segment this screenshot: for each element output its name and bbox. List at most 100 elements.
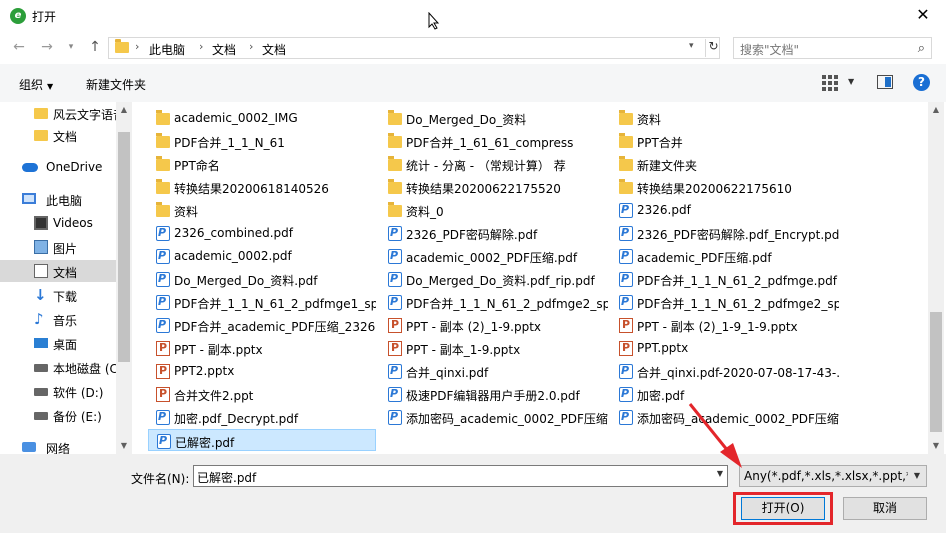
file-scroll-thumb[interactable] <box>930 312 942 432</box>
preview-pane-icon[interactable] <box>877 75 893 89</box>
file-item[interactable]: 2326_combined.pdf <box>148 222 376 244</box>
file-item[interactable]: Do_Merged_Do_资料.pdf <box>148 268 376 290</box>
file-type-filter[interactable]: Any(*.pdf,*.xls,*.xlsx,*.ppt,*.pptx,*.do… <box>739 465 927 487</box>
folder-item[interactable]: PDF合并_1_1_N_61 <box>148 130 376 152</box>
file-name: PPT - 副本_1-9.pptx <box>406 343 521 357</box>
chevron-down-icon[interactable]: ▼ <box>848 77 854 86</box>
file-item[interactable]: PDF合并_1_1_N_61_2_pdfmge2_sp... <box>611 291 839 313</box>
pdf-file-icon <box>156 318 170 333</box>
nav-item[interactable]: ♪ 音乐 <box>0 308 116 330</box>
chevron-down-icon[interactable]: ▼ <box>717 469 723 478</box>
file-list-scrollbar[interactable]: ▲ ▼ <box>928 102 944 454</box>
nav-scrollbar[interactable]: ▲ ▼ <box>116 102 132 454</box>
folder-item[interactable]: academic_0002_IMG <box>148 107 376 129</box>
folder-icon <box>34 108 48 119</box>
file-name: 2326_combined.pdf <box>174 226 293 240</box>
file-item[interactable]: PDF合并_1_1_N_61_2_pdfmge2_sp... <box>380 291 608 313</box>
folder-item[interactable]: 资料_0 <box>380 199 608 221</box>
folder-item[interactable]: 资料 <box>148 199 376 221</box>
nav-item[interactable]: 备份 (E:) <box>0 404 116 426</box>
file-item[interactable]: academic_0002_PDF压缩.pdf <box>380 245 608 267</box>
open-button[interactable]: 打开(O) <box>741 497 825 520</box>
file-item[interactable]: PPT - 副本 (2)_1-9.pptx <box>380 314 608 336</box>
scroll-up-icon[interactable]: ▲ <box>928 102 944 118</box>
nav-item[interactable]: OneDrive <box>0 156 116 178</box>
folder-item[interactable]: 转换结果20200622175610 <box>611 176 839 198</box>
chevron-down-icon[interactable]: ▼ <box>908 466 926 486</box>
file-item[interactable]: academic_PDF压缩.pdf <box>611 245 839 267</box>
file-item[interactable]: 极速PDF编辑器用户手册2.0.pdf <box>380 383 608 405</box>
scroll-down-icon[interactable]: ▼ <box>116 438 132 454</box>
breadcrumb-this-pc[interactable]: 此电脑 <box>149 41 185 58</box>
nav-item[interactable]: 文档 <box>0 124 116 146</box>
file-item[interactable]: 加密.pdf_Decrypt.pdf <box>148 406 376 428</box>
nav-item[interactable]: ↓ 下载 <box>0 284 116 306</box>
address-bar[interactable]: › 此电脑 › 文档 › 文档 ▾ ↻ <box>108 37 720 59</box>
file-item[interactable]: 合并文件2.ppt <box>148 383 376 405</box>
chevron-down-icon[interactable]: ▾ <box>689 41 694 51</box>
forward-button[interactable]: → <box>36 36 58 58</box>
search-input[interactable]: 搜索"文档" ⌕ <box>733 37 932 59</box>
file-item[interactable]: 添加密码_academic_0002_PDF压缩... <box>380 406 608 428</box>
nav-item[interactable]: 此电脑 <box>0 188 116 210</box>
new-folder-button[interactable]: 新建文件夹 <box>86 76 146 93</box>
nav-item[interactable]: 软件 (D:) <box>0 380 116 402</box>
file-item[interactable]: PPT.pptx <box>611 337 839 359</box>
file-item[interactable]: 2326_PDF密码解除.pdf_Encrypt.pdf <box>611 222 839 244</box>
folder-item[interactable]: PPT命名 <box>148 153 376 175</box>
file-type-value: Any(*.pdf,*.xls,*.xlsx,*.ppt,*.pptx,*.do… <box>744 469 926 483</box>
file-item[interactable]: 合并_qinxi.pdf <box>380 360 608 382</box>
file-item[interactable]: 已解密.pdf <box>148 429 376 451</box>
folder-item[interactable]: PDF合并_1_61_61_compress <box>380 130 608 152</box>
file-item[interactable]: Do_Merged_Do_资料.pdf_rip.pdf <box>380 268 608 290</box>
nav-item[interactable]: 网络 <box>0 436 116 454</box>
file-item[interactable]: PDF合并_1_1_N_61_2_pdfmge1_sp... <box>148 291 376 313</box>
breadcrumb-documents[interactable]: 文档 <box>212 41 236 58</box>
dialog-footer: 文件名(N): 已解密.pdf ▼ Any(*.pdf,*.xls,*.xlsx… <box>0 454 946 533</box>
nav-item-label: 图片 <box>53 242 78 256</box>
file-item[interactable]: 合并_qinxi.pdf-2020-07-08-17-43-... <box>611 360 839 382</box>
nav-item[interactable]: 桌面 <box>0 332 116 354</box>
nav-scroll-thumb[interactable] <box>118 132 130 362</box>
file-item[interactable]: 2326.pdf <box>611 199 839 221</box>
folder-item[interactable]: PPT合并 <box>611 130 839 152</box>
download-icon: ↓ <box>34 286 47 304</box>
file-item[interactable]: 加密.pdf <box>611 383 839 405</box>
close-button[interactable]: ✕ <box>900 0 946 30</box>
file-item[interactable]: PPT - 副本_1-9.pptx <box>380 337 608 359</box>
scroll-up-icon[interactable]: ▲ <box>116 102 132 118</box>
nav-item[interactable]: 图片 <box>0 236 116 258</box>
file-item[interactable]: 添加密码_academic_0002_PDF压缩... <box>611 406 839 428</box>
nav-item[interactable]: 文档 <box>0 260 116 282</box>
file-item[interactable]: 2326_PDF密码解除.pdf <box>380 222 608 244</box>
refresh-button[interactable]: ↻ <box>705 39 721 57</box>
folder-item[interactable]: 资料 <box>611 107 839 129</box>
scroll-down-icon[interactable]: ▼ <box>928 438 944 454</box>
help-icon[interactable]: ? <box>913 74 930 91</box>
cancel-button[interactable]: 取消 <box>843 497 927 520</box>
folder-item[interactable]: 转换结果20200622175520 <box>380 176 608 198</box>
pdf-file-icon <box>619 364 633 379</box>
file-item[interactable]: PPT2.pptx <box>148 360 376 382</box>
nav-item[interactable]: Videos <box>0 212 116 234</box>
organize-button[interactable]: 组织 ▼ <box>19 76 53 93</box>
nav-item[interactable]: 风云文字语音 <box>0 102 116 124</box>
navigation-pane: 风云文字语音文档OneDrive此电脑Videos图片文档↓下载♪音乐桌面本地磁… <box>0 102 132 454</box>
file-item[interactable]: PPT - 副本.pptx <box>148 337 376 359</box>
breadcrumb-documents-current[interactable]: 文档 <box>262 41 286 58</box>
folder-item[interactable]: 新建文件夹 <box>611 153 839 175</box>
folder-item[interactable]: 统计 - 分离 - （常规计算） 荐 <box>380 153 608 175</box>
file-item[interactable]: PDF合并_1_1_N_61_2_pdfmge.pdf <box>611 268 839 290</box>
organize-label: 组织 <box>19 78 44 92</box>
back-button[interactable]: ← <box>8 36 30 58</box>
folder-item[interactable]: 转换结果20200618140526 <box>148 176 376 198</box>
file-item[interactable]: PDF合并_academic_PDF压缩_2326... <box>148 314 376 336</box>
up-button[interactable]: ↑ <box>84 36 106 58</box>
file-item[interactable]: PPT - 副本 (2)_1-9_1-9.pptx <box>611 314 839 336</box>
file-item[interactable]: academic_0002.pdf <box>148 245 376 267</box>
view-options-icon[interactable] <box>822 75 838 91</box>
folder-item[interactable]: Do_Merged_Do_资料 <box>380 107 608 129</box>
filename-input[interactable]: 已解密.pdf ▼ <box>193 465 728 487</box>
nav-item[interactable]: 本地磁盘 (C:) <box>0 356 116 378</box>
recent-locations-button[interactable]: ▾ <box>60 36 82 58</box>
